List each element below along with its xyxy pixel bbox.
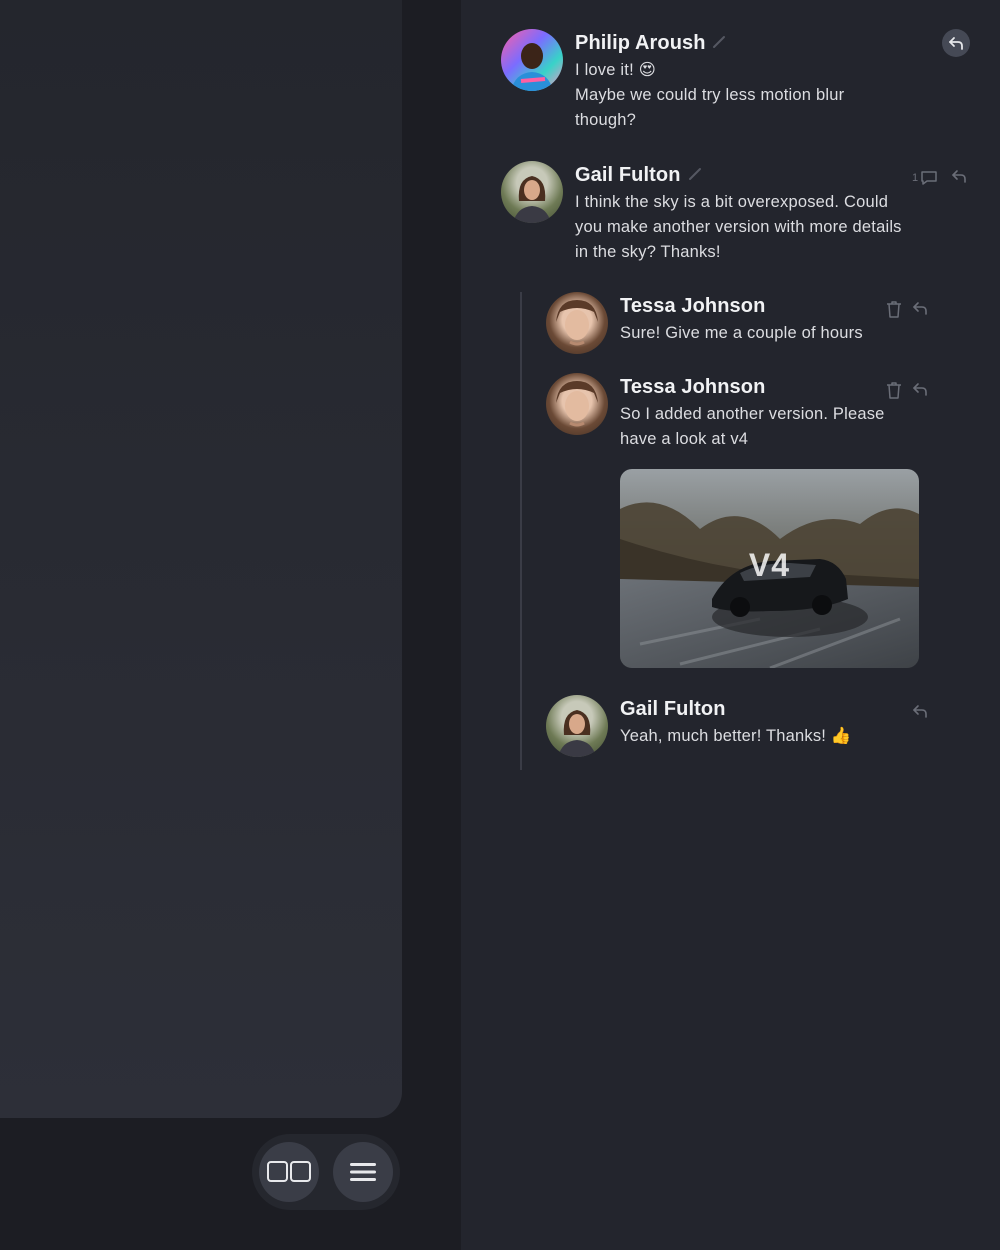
reply: Gail Fulton Yeah, much better! Thanks! 👍: [546, 695, 981, 765]
reply-author: Gail Fulton: [620, 698, 726, 720]
split-view-button[interactable]: [259, 1142, 319, 1202]
reply-body: Yeah, much better! Thanks! 👍: [620, 724, 950, 749]
menu-button[interactable]: [333, 1142, 393, 1202]
reply-arrow-icon: [913, 705, 927, 718]
comment-line: though?: [575, 111, 637, 129]
comments-panel: Philip Aroush I love it! 😍 Maybe we coul…: [461, 0, 1000, 1250]
edit-pencil-icon[interactable]: [712, 35, 726, 49]
replies-count-button[interactable]: 1: [912, 169, 938, 187]
thread-line: [520, 292, 522, 770]
avatar: [546, 695, 608, 757]
reply-arrow-icon: [913, 383, 927, 396]
person-avatar-icon: [558, 710, 596, 757]
comment-line: have a look at v4: [620, 430, 749, 448]
comment-line: Sure! Give me a couple of hours: [620, 324, 863, 342]
avatar: [546, 373, 608, 435]
reply-button[interactable]: [912, 704, 928, 718]
comment-line: I love it! 😍: [575, 61, 657, 79]
reply-arrow-icon: [949, 37, 963, 50]
reply-author: Tessa Johnson: [620, 376, 766, 398]
reply-arrow-icon: [952, 170, 966, 183]
comment-author: Philip Aroush: [575, 32, 706, 54]
comment: Philip Aroush I love it! 😍 Maybe we coul…: [501, 29, 981, 139]
edit-pencil-icon[interactable]: [688, 167, 702, 181]
trash-icon: [887, 301, 901, 318]
person-avatar-icon: [556, 300, 598, 346]
split-view-icon: [267, 1161, 311, 1182]
canvas-area: [0, 0, 402, 1118]
reply-button[interactable]: [951, 169, 967, 183]
trash-icon: [887, 382, 901, 399]
reply-author: Tessa Johnson: [620, 295, 766, 317]
person-avatar-icon: [513, 176, 551, 223]
comment-body: I love it! 😍 Maybe we could try less mot…: [575, 58, 905, 133]
person-avatar-icon: [556, 381, 598, 427]
comment: Gail Fulton I think the sky is a bit ove…: [501, 161, 981, 271]
avatar: [501, 29, 563, 91]
reply-body: Sure! Give me a couple of hours: [620, 321, 950, 346]
avatar: [501, 161, 563, 223]
reply-body: So I added another version. Please have …: [620, 402, 950, 452]
chat-bubble-icon: [921, 171, 937, 185]
reply-count: 1: [912, 172, 919, 184]
comment-author: Gail Fulton: [575, 164, 681, 186]
comment-body: I think the sky is a bit overexposed. Co…: [575, 190, 945, 265]
comment-line: I think the sky is a bit overexposed. Co…: [575, 193, 889, 211]
person-avatar-icon: [511, 43, 553, 91]
delete-button[interactable]: [886, 381, 902, 399]
comment-line: Yeah, much better! Thanks! 👍: [620, 727, 852, 745]
reply-button[interactable]: [942, 29, 970, 57]
avatar: [546, 292, 608, 354]
comment-line: Maybe we could try less motion blur: [575, 86, 845, 104]
view-toolbar: [252, 1134, 400, 1210]
comment-line: So I added another version. Please: [620, 405, 885, 423]
reply-button[interactable]: [912, 301, 928, 315]
reply-arrow-icon: [913, 302, 927, 315]
attachment-thumbnail[interactable]: V4: [620, 469, 919, 668]
reply-button[interactable]: [912, 382, 928, 396]
hamburger-menu-icon: [350, 1163, 376, 1181]
delete-button[interactable]: [886, 300, 902, 318]
comment-line: in the sky? Thanks!: [575, 243, 721, 261]
reply: Tessa Johnson Sure! Give me a couple of …: [546, 292, 981, 362]
comment-line: you make another version with more detai…: [575, 218, 902, 236]
attachment-version-label: V4: [748, 547, 791, 583]
